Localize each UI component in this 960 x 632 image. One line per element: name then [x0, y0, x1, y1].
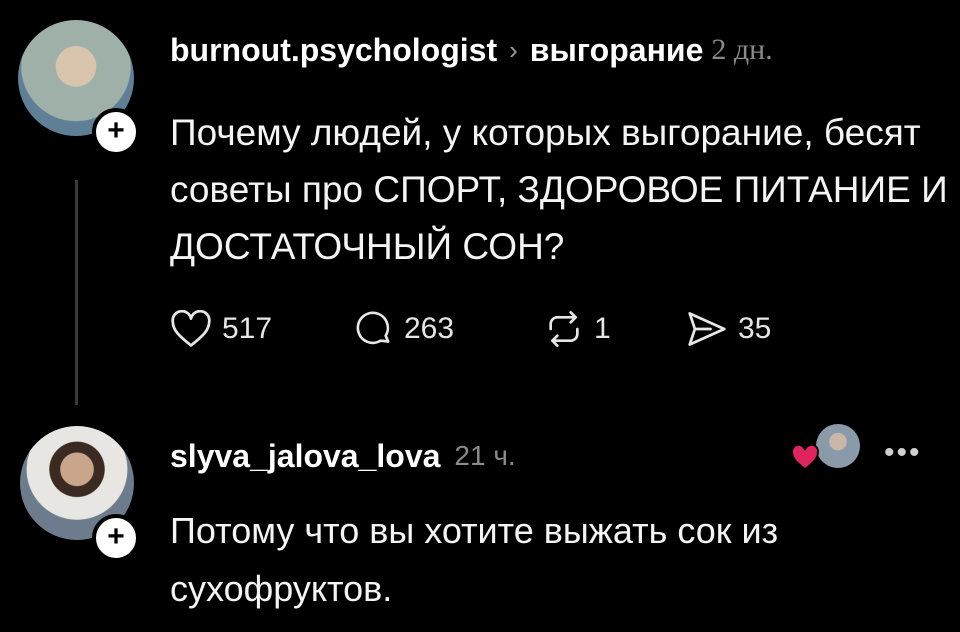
- topic-tag[interactable]: выгорание: [530, 32, 704, 69]
- send-icon: [688, 312, 726, 346]
- thread-line: [75, 180, 78, 405]
- like-count: 517: [222, 312, 273, 345]
- comment-button[interactable]: 263: [354, 309, 544, 349]
- share-button[interactable]: 35: [686, 310, 771, 348]
- share-count: 35: [738, 312, 772, 345]
- heart-outline-icon: [171, 310, 211, 347]
- comment-bubble-icon: [356, 311, 390, 345]
- red-heart-icon: [791, 444, 819, 471]
- like-button[interactable]: 517: [170, 310, 354, 348]
- repost-icon: [549, 311, 579, 347]
- post-actions: 517 263 1 35: [170, 303, 771, 355]
- more-options-icon[interactable]: •••: [884, 436, 922, 470]
- reply-username[interactable]: slyva_jalova_lova: [170, 438, 440, 475]
- reply-timestamp: 21 ч.: [454, 440, 516, 471]
- comment-count: 263: [404, 312, 455, 345]
- author-username[interactable]: burnout.psychologist: [170, 32, 497, 69]
- post-timestamp: 2 дн.: [711, 33, 773, 66]
- post-text: Почему людей, у которых выгорание, бесят…: [170, 112, 948, 267]
- post-header: burnout.psychologist › выгорание 2 дн.: [170, 26, 773, 74]
- repost-button[interactable]: 1: [544, 310, 686, 348]
- chevron-right-icon: ›: [509, 34, 518, 65]
- reply-header: slyva_jalova_lova 21 ч.: [170, 432, 516, 480]
- reply-text: Потому что вы хотите выжать сок из сухоф…: [170, 510, 779, 609]
- liked-by-avatar[interactable]: [816, 424, 860, 468]
- repost-count: 1: [594, 312, 611, 345]
- follow-reply-author-button[interactable]: +: [92, 514, 140, 562]
- follow-author-button[interactable]: +: [92, 108, 140, 156]
